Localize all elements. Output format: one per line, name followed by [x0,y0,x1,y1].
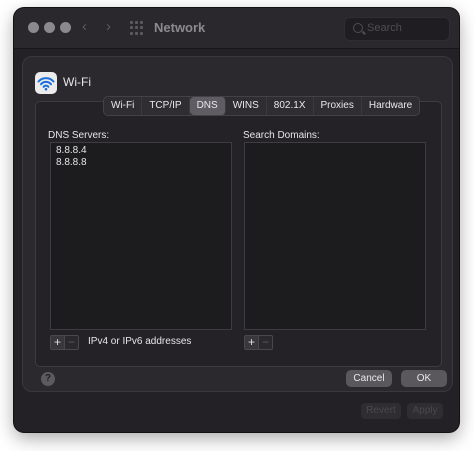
back-arrow-icon[interactable]: ‹ [82,18,87,35]
revert-button[interactable]: Revert [361,403,401,419]
list-item[interactable]: 8.8.8.4 [51,145,231,157]
advanced-settings-sheet: Wi-Fi DNS Servers: 8.8.8.4 8.8.8.8 + − I… [22,56,453,392]
tab-tcpip[interactable]: TCP/IP [142,97,190,115]
forward-arrow-icon[interactable]: › [106,18,111,35]
interface-name: Wi-Fi [63,75,91,89]
search-domains-list[interactable] [244,142,426,330]
zoom-window-button[interactable] [60,22,71,33]
dns-servers-plus-minus: + − [50,335,79,350]
search-field[interactable]: Search [344,17,450,41]
search-domains-plus-minus: + − [244,335,273,350]
search-placeholder: Search [367,22,402,34]
search-domains-label: Search Domains: [243,130,320,141]
add-dns-server-button[interactable]: + [51,336,65,349]
close-window-button[interactable] [28,22,39,33]
address-hint: IPv4 or IPv6 addresses [88,336,192,347]
tab-proxies[interactable]: Proxies [314,97,362,115]
cancel-button[interactable]: Cancel [346,370,392,387]
tab-8021x[interactable]: 802.1X [267,97,314,115]
dns-panel: DNS Servers: 8.8.8.4 8.8.8.8 + − IPv4 or… [35,101,442,367]
show-all-grid-icon[interactable] [130,21,144,35]
list-item[interactable]: 8.8.8.8 [51,157,231,169]
search-icon [353,23,363,33]
ok-button[interactable]: OK [401,370,447,387]
add-search-domain-button[interactable]: + [245,336,259,349]
help-button[interactable]: ? [41,372,55,386]
title-bar: ‹ › Network Search [14,8,459,49]
window-title: Network [154,20,206,35]
network-window: ‹ › Network Search Wi-Fi DNS Servers: 8.… [14,8,459,432]
minimize-window-button[interactable] [44,22,55,33]
remove-dns-server-button[interactable]: − [65,336,78,349]
settings-tab-bar: Wi-Fi TCP/IP DNS WINS 802.1X Proxies Har… [103,96,421,116]
dns-servers-list[interactable]: 8.8.8.4 8.8.8.8 [50,142,232,330]
tab-dns[interactable]: DNS [189,97,226,115]
tab-wifi[interactable]: Wi-Fi [104,97,143,115]
apply-button[interactable]: Apply [407,403,443,419]
tab-wins[interactable]: WINS [226,97,267,115]
remove-search-domain-button[interactable]: − [259,336,272,349]
dns-servers-label: DNS Servers: [48,130,110,141]
wifi-icon [35,72,57,94]
tab-hardware[interactable]: Hardware [362,97,419,115]
